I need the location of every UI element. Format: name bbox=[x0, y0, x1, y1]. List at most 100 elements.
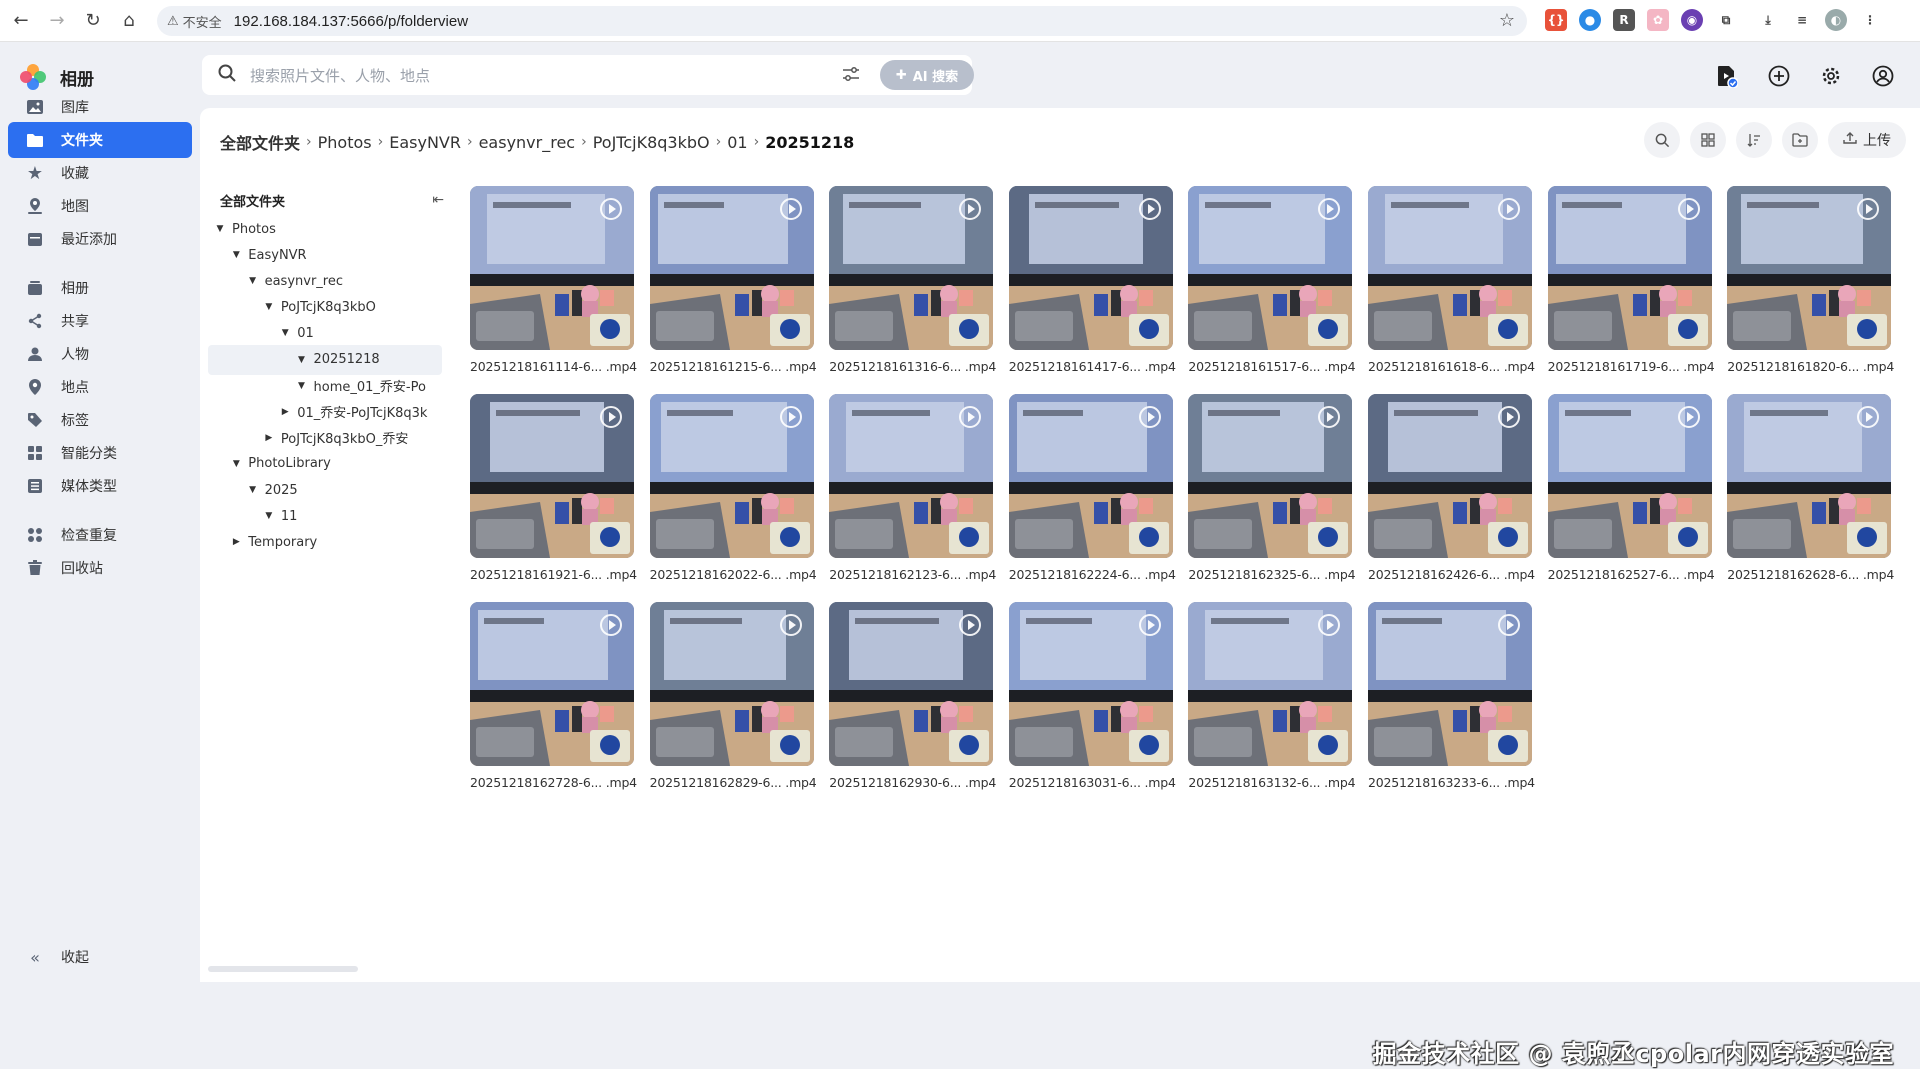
sidebar-item-recent[interactable]: 最近添加 bbox=[8, 221, 192, 257]
breadcrumb-item[interactable]: 全部文件夹 bbox=[220, 130, 300, 154]
video-file-tile[interactable]: 20251218161316-6... .mp4 bbox=[829, 186, 996, 382]
video-thumbnail[interactable] bbox=[470, 602, 634, 766]
video-thumbnail[interactable] bbox=[1188, 602, 1353, 766]
video-thumbnail[interactable] bbox=[1727, 394, 1892, 558]
sidebar-item-places[interactable]: 地点 bbox=[8, 369, 192, 405]
upload-button[interactable]: 上传 bbox=[1828, 122, 1906, 158]
sidebar-item-albums[interactable]: 相册 bbox=[8, 270, 192, 306]
video-file-tile[interactable]: 20251218163031-6... .mp4 bbox=[1008, 602, 1176, 798]
video-file-tile[interactable]: 20251218163233-6... .mp4 bbox=[1368, 602, 1535, 798]
video-file-tile[interactable]: 20251218161417-6... .mp4 bbox=[1008, 186, 1176, 382]
video-thumbnail[interactable] bbox=[1008, 394, 1173, 558]
search-box[interactable]: 搜索照片文件、人物、地点 ✚ AI 搜索 bbox=[202, 55, 974, 95]
caret-down-icon[interactable]: ▼ bbox=[294, 355, 310, 365]
video-file-tile[interactable]: 20251218162527-6... .mp4 bbox=[1547, 394, 1715, 590]
breadcrumb-item[interactable]: 01 bbox=[727, 133, 747, 152]
video-file-tile[interactable]: 20251218162022-6... .mp4 bbox=[649, 394, 817, 590]
video-thumbnail[interactable] bbox=[470, 394, 634, 558]
extensions-puzzle-icon[interactable]: ⧉ bbox=[1715, 9, 1737, 31]
home-button[interactable]: ⌂ bbox=[114, 6, 144, 36]
video-file-tile[interactable]: 20251218161719-6... .mp4 bbox=[1547, 186, 1715, 382]
video-file-tile[interactable]: 20251218162628-6... .mp4 bbox=[1727, 394, 1894, 590]
caret-down-icon[interactable]: ▼ bbox=[277, 328, 293, 338]
browser-menu-icon[interactable]: ⋮ bbox=[1859, 9, 1881, 31]
video-file-tile[interactable]: 20251218161517-6... .mp4 bbox=[1188, 186, 1356, 382]
sidebar-collapse-button[interactable]: « 收起 bbox=[8, 939, 192, 975]
account-icon[interactable] bbox=[1868, 61, 1898, 91]
video-thumbnail[interactable] bbox=[1547, 186, 1712, 350]
add-icon[interactable] bbox=[1764, 61, 1794, 91]
caret-right-icon[interactable]: ▶ bbox=[277, 407, 293, 417]
insecure-badge[interactable]: ⚠ 不安全 bbox=[167, 12, 234, 31]
extension-red-icon[interactable]: {} bbox=[1545, 9, 1567, 31]
url-text[interactable]: 192.168.184.137:5666/p/folderview bbox=[234, 13, 468, 30]
video-file-tile[interactable]: 20251218162829-6... .mp4 bbox=[649, 602, 817, 798]
caret-down-icon[interactable]: ▼ bbox=[245, 485, 261, 495]
video-thumbnail[interactable] bbox=[1368, 186, 1532, 350]
caret-down-icon[interactable]: ▼ bbox=[261, 302, 277, 312]
settings-gear-icon[interactable] bbox=[1816, 61, 1846, 91]
video-thumbnail[interactable] bbox=[1368, 602, 1532, 766]
video-file-tile[interactable]: 20251218162325-6... .mp4 bbox=[1188, 394, 1356, 590]
collapse-tree-icon[interactable]: ⇤ bbox=[432, 192, 444, 208]
back-button[interactable]: ← bbox=[6, 6, 36, 36]
video-file-tile[interactable]: 20251218161820-6... .mp4 bbox=[1727, 186, 1894, 382]
profile-avatar-icon[interactable]: ◐ bbox=[1825, 9, 1847, 31]
extension-pink-icon[interactable]: ✿ bbox=[1647, 9, 1669, 31]
filter-settings-icon[interactable] bbox=[842, 66, 860, 86]
grid-view-icon[interactable] bbox=[1690, 122, 1726, 158]
new-folder-icon[interactable] bbox=[1782, 122, 1818, 158]
video-file-tile[interactable]: 20251218162930-6... .mp4 bbox=[829, 602, 996, 798]
sidebar-item-favorites[interactable]: ★ 收藏 bbox=[8, 155, 192, 191]
video-file-tile[interactable]: 20251218161215-6... .mp4 bbox=[649, 186, 817, 382]
ai-search-button[interactable]: ✚ AI 搜索 bbox=[880, 60, 974, 90]
forward-button[interactable]: → bbox=[42, 6, 72, 36]
video-file-tile[interactable]: 20251218162123-6... .mp4 bbox=[829, 394, 996, 590]
caret-down-icon[interactable]: ▼ bbox=[228, 459, 244, 469]
media-control-icon[interactable]: ≡ bbox=[1791, 9, 1813, 31]
video-thumbnail[interactable] bbox=[1727, 186, 1892, 350]
video-file-tile[interactable]: 20251218163132-6... .mp4 bbox=[1188, 602, 1356, 798]
search-input[interactable]: 搜索照片文件、人物、地点 bbox=[250, 65, 430, 86]
sidebar-item-tags[interactable]: 标签 bbox=[8, 402, 192, 438]
video-thumbnail[interactable] bbox=[1008, 602, 1173, 766]
caret-right-icon[interactable]: ▶ bbox=[228, 537, 244, 547]
caret-down-icon[interactable]: ▼ bbox=[245, 276, 261, 286]
video-thumbnail[interactable] bbox=[470, 186, 634, 350]
caret-right-icon[interactable]: ▶ bbox=[261, 433, 277, 443]
sidebar-item-folders[interactable]: 文件夹 bbox=[8, 122, 192, 158]
video-file-tile[interactable]: 20251218162426-6... .mp4 bbox=[1368, 394, 1535, 590]
breadcrumb-item[interactable]: easynvr_rec bbox=[479, 133, 576, 152]
video-thumbnail[interactable] bbox=[649, 186, 814, 350]
video-thumbnail[interactable] bbox=[1008, 186, 1173, 350]
sidebar-item-duplicates[interactable]: 检查重复 bbox=[8, 517, 192, 553]
video-thumbnail[interactable] bbox=[829, 394, 994, 558]
video-thumbnail[interactable] bbox=[829, 602, 994, 766]
tree-folder-item[interactable]: ▼ 01 bbox=[208, 318, 442, 348]
sidebar-item-shared[interactable]: 共享 bbox=[8, 303, 192, 339]
sort-icon[interactable] bbox=[1736, 122, 1772, 158]
sidebar-item-people[interactable]: 人物 bbox=[8, 336, 192, 372]
address-bar[interactable]: ⚠ 不安全 192.168.184.137:5666/p/folderview … bbox=[157, 6, 1527, 36]
download-icon[interactable]: ⤓ bbox=[1757, 9, 1779, 31]
breadcrumb-item[interactable]: PoJTcjK8q3kbO bbox=[593, 133, 710, 152]
extension-blue-icon[interactable]: ● bbox=[1579, 9, 1601, 31]
video-thumbnail[interactable] bbox=[1188, 186, 1353, 350]
sidebar-item-trash[interactable]: 回收站 bbox=[8, 550, 192, 586]
extension-r-icon[interactable]: R bbox=[1613, 9, 1635, 31]
search-folder-button[interactable] bbox=[1644, 122, 1680, 158]
video-file-tile[interactable]: 20251218161114-6... .mp4 bbox=[470, 186, 637, 382]
video-thumbnail[interactable] bbox=[649, 394, 814, 558]
sidebar-item-gallery[interactable]: 图库 bbox=[8, 89, 192, 125]
caret-down-icon[interactable]: ▼ bbox=[228, 250, 244, 260]
video-thumbnail[interactable] bbox=[1188, 394, 1353, 558]
reload-button[interactable]: ↻ bbox=[78, 6, 108, 36]
video-thumbnail[interactable] bbox=[1547, 394, 1712, 558]
sidebar-item-media-type[interactable]: 媒体类型 bbox=[8, 468, 192, 504]
video-file-tile[interactable]: 20251218161921-6... .mp4 bbox=[470, 394, 637, 590]
bookmark-star-icon[interactable]: ☆ bbox=[1499, 10, 1515, 31]
video-thumbnail[interactable] bbox=[649, 602, 814, 766]
tree-folder-item[interactable]: ▶ Temporary bbox=[208, 527, 442, 557]
sidebar-item-map[interactable]: 地图 bbox=[8, 188, 192, 224]
caret-down-icon[interactable]: ▼ bbox=[294, 381, 310, 391]
